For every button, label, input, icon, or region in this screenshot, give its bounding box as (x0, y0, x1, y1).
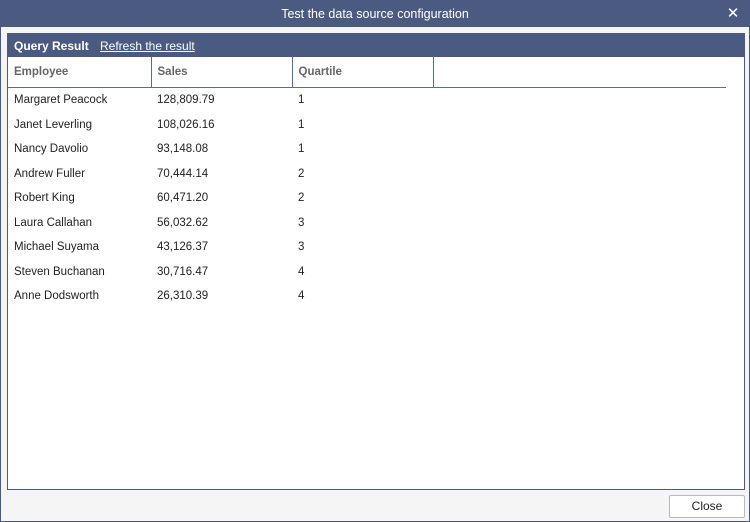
cell-quartile: 2 (298, 192, 305, 205)
column-header-quartile[interactable]: Quartile (292, 57, 434, 88)
cell-filler (433, 88, 726, 113)
close-icon[interactable]: ✕ (723, 4, 743, 24)
column-header-sales[interactable]: Sales (151, 57, 293, 88)
cell-quartile: 1 (298, 118, 305, 131)
title-bar: Test the data source configuration ✕ (1, 1, 749, 27)
cell-sales: 70,444.14 (157, 167, 209, 180)
cell-employee: Laura Callahan (14, 216, 93, 229)
cell-filler (433, 284, 726, 309)
cell-sales: 93,148.08 (157, 143, 209, 156)
cell-quartile: 1 (298, 94, 305, 107)
table-body: Margaret Peacock 128,809.79 1 Janet Leverli… (8, 88, 726, 309)
table-row[interactable]: Anne Dodsworth 26,310.39 4 (8, 284, 726, 309)
cell-quartile: 2 (298, 167, 305, 180)
table-header-row: Employee Sales Quartile (8, 57, 726, 88)
table-row[interactable]: Janet Leverling 108,026.16 1 (8, 113, 726, 138)
cell-filler (433, 162, 726, 187)
cell-sales: 30,716.47 (157, 265, 209, 278)
cell-employee: Steven Buchanan (14, 265, 105, 278)
panel-heading: Query Result (14, 39, 89, 53)
cell-employee: Nancy Davolio (14, 143, 89, 156)
dialog-title: Test the data source configuration (281, 7, 469, 21)
cell-filler (433, 186, 726, 211)
cell-sales: 60,471.20 (157, 192, 209, 205)
cell-sales: 128,809.79 (157, 94, 215, 107)
cell-employee: Margaret Peacock (14, 94, 108, 107)
cell-filler (433, 235, 726, 260)
table-row[interactable]: Robert King 60,471.20 2 (8, 186, 726, 211)
cell-quartile: 1 (298, 143, 305, 156)
cell-employee: Robert King (14, 192, 75, 205)
table-row[interactable]: Steven Buchanan 30,716.47 4 (8, 260, 726, 285)
table-row[interactable]: Margaret Peacock 128,809.79 1 (8, 88, 726, 113)
cell-sales: 108,026.16 (157, 118, 215, 131)
cell-quartile: 4 (298, 290, 305, 303)
cell-sales: 26,310.39 (157, 290, 209, 303)
cell-filler (433, 260, 726, 285)
cell-quartile: 3 (298, 241, 305, 254)
panel-header: Query Result Refresh the result (8, 34, 744, 57)
cell-quartile: 4 (298, 265, 305, 278)
table-row[interactable]: Andrew Fuller 70,444.14 2 (8, 162, 726, 187)
refresh-result-link[interactable]: Refresh the result (100, 34, 195, 58)
cell-employee: Andrew Fuller (14, 167, 85, 180)
column-header-employee[interactable]: Employee (8, 57, 152, 88)
cell-sales: 43,126.37 (157, 241, 209, 254)
close-button[interactable]: Close (669, 495, 745, 518)
table-row[interactable]: Michael Suyama 43,126.37 3 (8, 235, 726, 260)
cell-employee: Michael Suyama (14, 241, 100, 254)
table-row[interactable]: Laura Callahan 56,032.62 3 (8, 211, 726, 236)
cell-employee: Anne Dodsworth (14, 290, 100, 303)
table-row[interactable]: Nancy Davolio 93,148.08 1 (8, 137, 726, 162)
cell-sales: 56,032.62 (157, 216, 209, 229)
dialog-window: Test the data source configuration ✕ Que… (0, 0, 750, 522)
cell-filler (433, 113, 726, 138)
cell-quartile: 3 (298, 216, 305, 229)
cell-employee: Janet Leverling (14, 118, 92, 131)
query-result-panel: Query Result Refresh the result Employee… (7, 33, 745, 490)
column-header-filler (433, 57, 726, 88)
cell-filler (433, 137, 726, 162)
cell-filler (433, 211, 726, 236)
result-table: Employee Sales Quartile Margaret Peacock… (8, 57, 726, 309)
